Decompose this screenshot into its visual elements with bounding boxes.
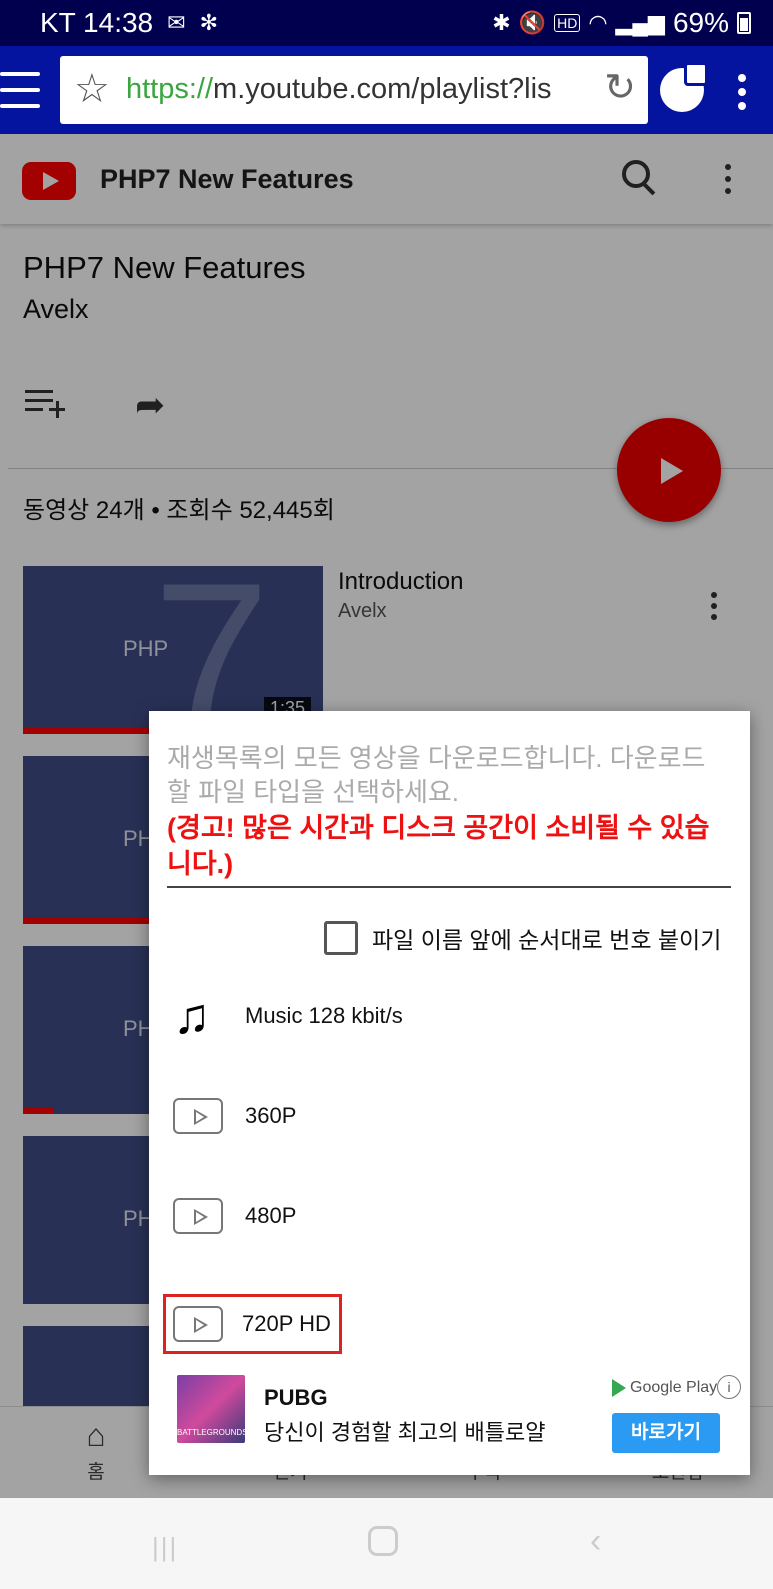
- dialog-warning: (경고! 많은 시간과 디스크 공간이 소비될 수 있습니다.): [167, 813, 710, 879]
- menu-icon[interactable]: [0, 72, 40, 108]
- ad-description[interactable]: 당신이 경험할 최고의 배틀로얄: [264, 1415, 545, 1447]
- bookmark-star-icon[interactable]: ☆: [74, 66, 110, 112]
- status-bar: KT 14:38 ✉ ✻ ✱ 🔇 HD ◠ ▂▄▆ 69%: [0, 0, 773, 46]
- music-note-icon: ♫: [173, 988, 211, 1044]
- reload-icon[interactable]: ↻: [604, 65, 636, 110]
- checkbox-label: 파일 이름 앞에 순서대로 번호 붙이기: [372, 927, 722, 953]
- divider: [167, 886, 731, 888]
- battery-percent: 69%: [672, 7, 729, 38]
- google-play-badge: Google Play: [612, 1379, 717, 1397]
- option-720p-hd[interactable]: 720P HD: [163, 1294, 342, 1354]
- system-nav-bar: ||| ‹: [0, 1498, 773, 1589]
- mail-icon: ✉: [167, 10, 186, 35]
- ad-image[interactable]: BATTLEGROUNDS: [177, 1375, 248, 1443]
- option-360p[interactable]: 360P: [169, 1086, 729, 1146]
- download-dialog: 재생목록의 모든 영상을 다운로드합니다. 다운로드 할 파일 타입을 선택하세…: [149, 711, 750, 1475]
- browser-toolbar: ☆ https://m.youtube.com/playlist?lis ↻: [0, 46, 773, 134]
- url-text[interactable]: https://m.youtube.com/playlist?lis: [126, 73, 596, 106]
- wifi-icon: ◠: [588, 10, 608, 35]
- number-prefix-option[interactable]: 파일 이름 앞에 순서대로 번호 붙이기: [324, 921, 721, 955]
- dialog-message: 재생목록의 모든 영상을 다운로드합니다. 다운로드 할 파일 타입을 선택하세…: [167, 743, 706, 807]
- bluetooth-icon: ✱: [492, 10, 511, 35]
- option-label: 480P: [245, 1203, 297, 1228]
- mute-icon: 🔇: [518, 10, 547, 35]
- pinwheel-icon: ✻: [199, 10, 218, 35]
- option-label: 720P HD: [242, 1311, 331, 1336]
- browser-more-icon[interactable]: [738, 74, 746, 116]
- back-icon[interactable]: ‹: [590, 1522, 601, 1561]
- globe-lock-icon[interactable]: [660, 62, 708, 112]
- address-bar[interactable]: ☆ https://m.youtube.com/playlist?lis ↻: [60, 56, 648, 124]
- ad-title[interactable]: PUBG: [264, 1385, 328, 1411]
- ad-info-icon[interactable]: i: [717, 1375, 741, 1399]
- option-480p[interactable]: 480P: [169, 1186, 729, 1246]
- battery-icon: [737, 12, 751, 34]
- play-icon: [173, 1198, 223, 1234]
- ad-banner[interactable]: BATTLEGROUNDS PUBG 당신이 경험할 최고의 배틀로얄 Goog…: [149, 1371, 750, 1461]
- play-icon: [173, 1098, 223, 1134]
- recent-apps-icon[interactable]: |||: [152, 1532, 178, 1563]
- hd-icon: HD: [554, 14, 581, 32]
- option-label: Music 128 kbit/s: [245, 1003, 403, 1028]
- google-play-icon: [612, 1379, 626, 1397]
- option-label: 360P: [245, 1103, 297, 1128]
- number-prefix-checkbox[interactable]: [324, 921, 358, 955]
- option-music[interactable]: ♫ Music 128 kbit/s: [169, 986, 729, 1046]
- signal-icon: ▂▄▆: [615, 10, 665, 35]
- carrier-time: KT 14:38: [40, 7, 154, 38]
- home-button-icon[interactable]: [368, 1526, 398, 1556]
- ad-cta-button[interactable]: 바로가기: [612, 1413, 720, 1453]
- play-icon: [173, 1306, 223, 1342]
